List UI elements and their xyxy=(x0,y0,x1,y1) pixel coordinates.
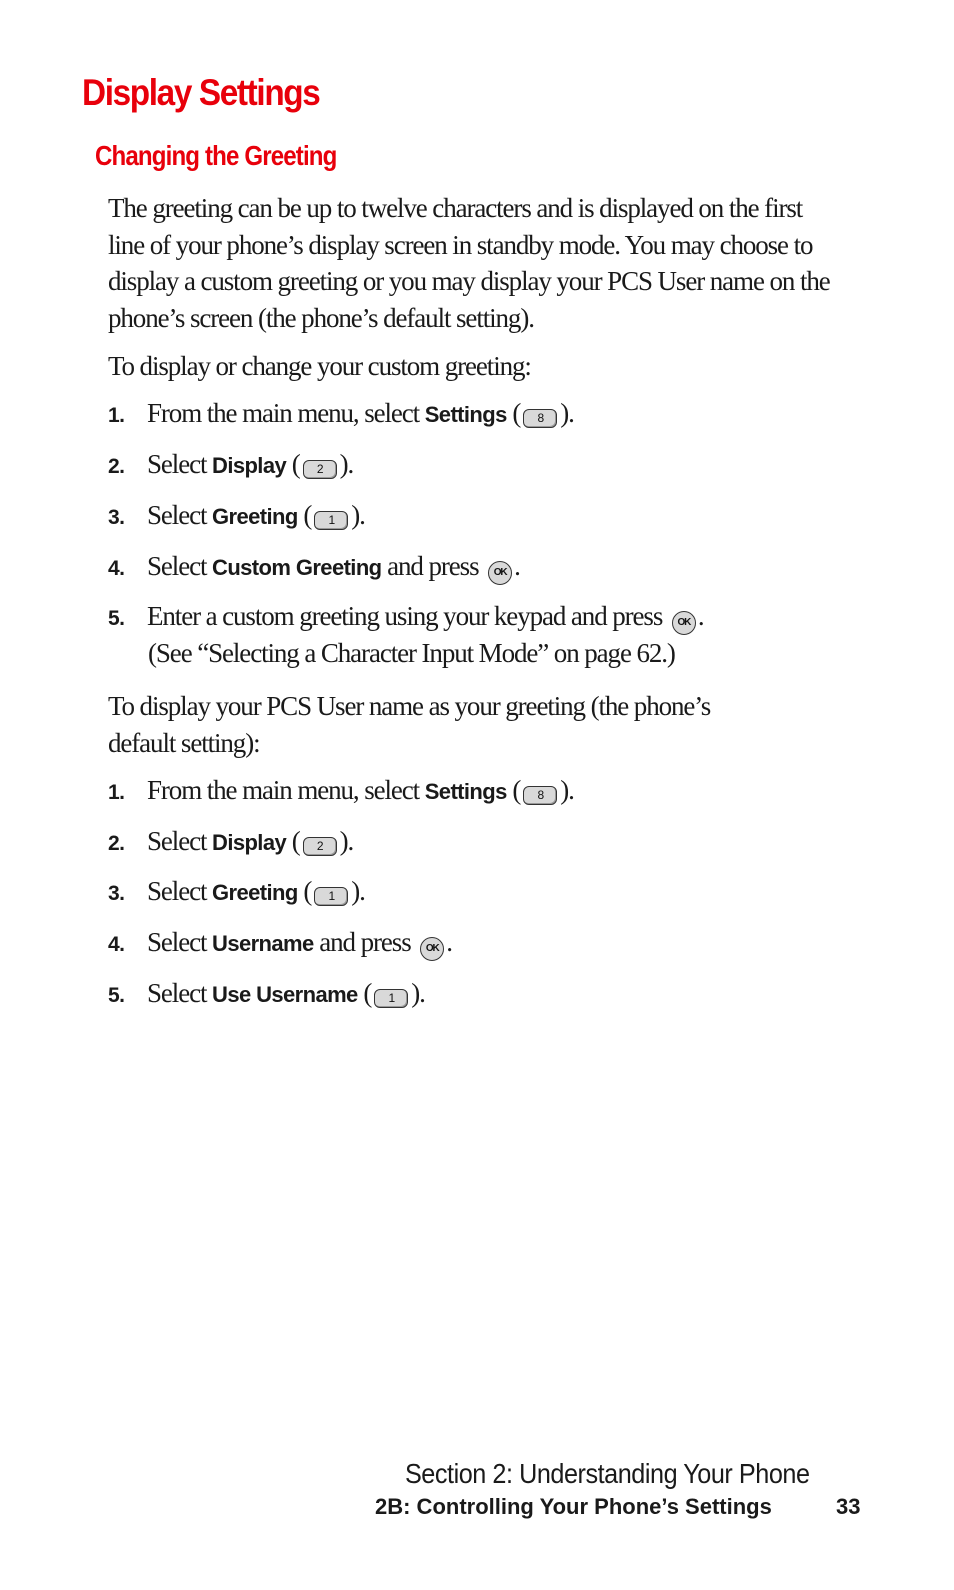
step-number: 1. xyxy=(108,781,125,804)
username-step-2: 2. Select Display ( 2 ). xyxy=(108,826,355,866)
menu-term: Custom Greeting xyxy=(212,555,382,580)
ok-key-icon: OK xyxy=(488,561,513,585)
step-number: 3. xyxy=(108,506,125,529)
footer-section-title: Section 2: Understanding Your Phone xyxy=(405,1458,810,1489)
username-step-3: 3. Select Greeting ( 1 ). xyxy=(108,876,366,916)
page-number: 33 xyxy=(836,1494,861,1519)
step-text: Enter a custom greeting using your keypa… xyxy=(147,601,668,631)
footer-chapter-title: 2B: Controlling Your Phone’s Settings xyxy=(375,1494,772,1519)
step-text: Select xyxy=(147,449,213,479)
step-text: Select xyxy=(147,551,213,581)
menu-term: Greeting xyxy=(212,504,298,529)
paren-close: ). xyxy=(351,876,366,906)
step-text: Select xyxy=(147,978,213,1008)
custom-step-2: 2. Select Display ( 2 ). xyxy=(108,449,355,489)
step-text: and press xyxy=(313,927,417,957)
step-text: and press xyxy=(381,551,485,581)
key-1-icon: 1 xyxy=(314,511,349,530)
custom-greeting-lead-in: To display or change your custom greetin… xyxy=(108,351,532,381)
key-8-icon: 8 xyxy=(523,409,558,428)
step-number: 5. xyxy=(108,607,125,630)
key-8-icon: 8 xyxy=(523,786,558,805)
username-lead-in: To display your PCS User name as your gr… xyxy=(108,688,848,761)
paren-open: ( xyxy=(357,978,372,1008)
ok-key-icon: OK xyxy=(671,611,696,635)
paren-open: ( xyxy=(286,449,301,479)
key-2-icon: 2 xyxy=(302,460,337,479)
step-number: 2. xyxy=(108,832,125,855)
step-number: 2. xyxy=(108,455,125,478)
lead-in-line: To display your PCS User name as your gr… xyxy=(108,691,711,721)
step-number: 1. xyxy=(108,404,125,427)
paren-close: ). xyxy=(351,500,366,530)
menu-term: Settings xyxy=(424,402,508,427)
ok-key-icon: OK xyxy=(420,937,445,961)
page-title: Display Settings xyxy=(82,72,321,113)
step-text: Select xyxy=(147,500,213,530)
custom-step-5-reference: (See “Selecting a Character Input Mode” … xyxy=(148,638,676,668)
paren-open: ( xyxy=(297,500,312,530)
step-text: Select xyxy=(147,826,213,856)
paren-close: ). xyxy=(339,826,355,856)
lead-in-line: default setting): xyxy=(108,727,261,758)
period: . xyxy=(514,551,521,581)
section-title: Changing the Greeting xyxy=(95,140,337,171)
username-step-1: 1. From the main menu, select Settings (… xyxy=(108,775,575,815)
menu-term: Use Username xyxy=(212,982,358,1007)
step-number: 4. xyxy=(108,933,125,956)
intro-line: The greeting can be up to twelve charact… xyxy=(108,193,803,223)
menu-term: Settings xyxy=(424,779,508,804)
intro-line: display a custom greeting or you may dis… xyxy=(108,266,831,296)
step-number: 5. xyxy=(108,984,125,1007)
paren-close: ). xyxy=(339,449,355,479)
username-step-5: 5. Select Use Username ( 1 ). xyxy=(108,978,426,1018)
step-number: 4. xyxy=(108,557,125,580)
menu-term: Greeting xyxy=(212,880,298,905)
step-text: Select xyxy=(147,876,213,906)
custom-step-3: 3. Select Greeting ( 1 ). xyxy=(108,500,366,540)
custom-step-1: 1. From the main menu, select Settings (… xyxy=(108,398,575,438)
username-step-4: 4. Select Username and press OK . xyxy=(108,927,453,967)
step-text: From the main menu, select xyxy=(147,398,425,428)
step-text: Select xyxy=(147,927,213,957)
intro-line: phone’s screen (the phone’s default sett… xyxy=(108,302,535,333)
step-number: 3. xyxy=(108,882,125,905)
paren-open: ( xyxy=(286,826,301,856)
paren-close: ). xyxy=(560,398,575,428)
period: . xyxy=(697,601,705,631)
menu-term: Display xyxy=(212,830,287,855)
key-1-icon: 1 xyxy=(374,989,409,1008)
intro-line: line of your phone’s display screen in s… xyxy=(108,229,814,260)
key-1-icon: 1 xyxy=(314,887,349,906)
paren-open: ( xyxy=(506,775,521,805)
custom-step-5: 5. Enter a custom greeting using your ke… xyxy=(108,601,705,641)
menu-term: Username xyxy=(212,931,314,956)
paren-close: ). xyxy=(411,978,426,1008)
menu-term: Display xyxy=(212,453,287,478)
paren-open: ( xyxy=(506,398,521,428)
paren-close: ). xyxy=(560,775,575,805)
intro-paragraph: The greeting can be up to twelve charact… xyxy=(108,190,848,336)
paren-open: ( xyxy=(297,876,312,906)
step-text: From the main menu, select xyxy=(147,775,425,805)
key-2-icon: 2 xyxy=(302,837,337,856)
custom-step-4: 4. Select Custom Greeting and press OK . xyxy=(108,551,521,591)
period: . xyxy=(446,927,453,957)
